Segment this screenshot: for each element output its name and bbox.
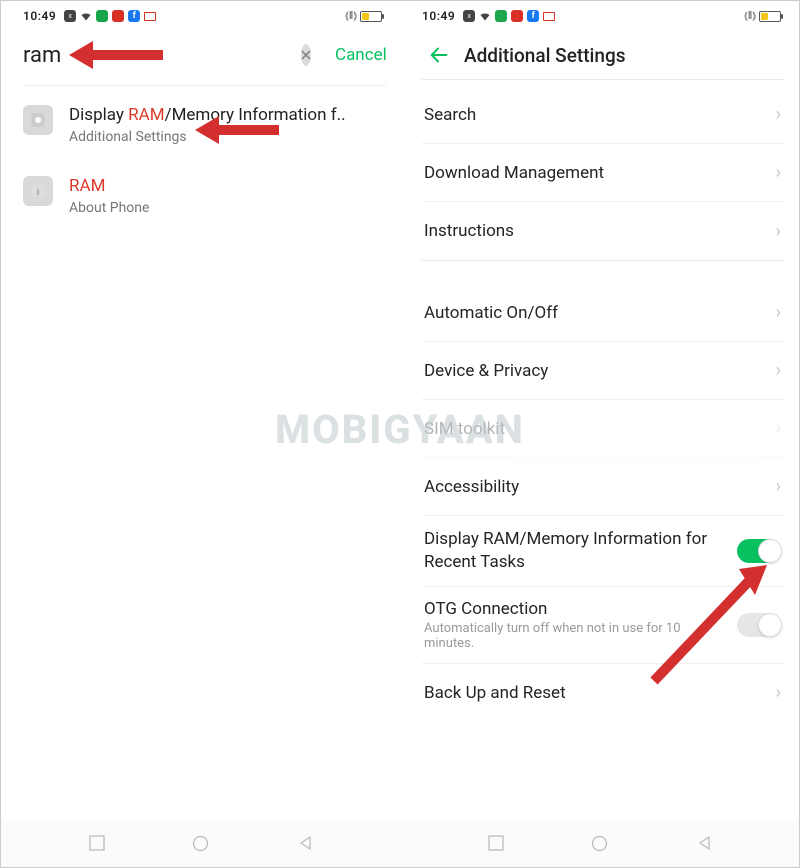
row-sim-toolkit[interactable]: SIM toolkit ›	[422, 400, 785, 458]
search-result[interactable]: Display RAM/Memory Information f.. Addit…	[23, 86, 386, 157]
divider	[422, 79, 785, 80]
facebook-icon: f	[527, 10, 539, 22]
chevron-right-icon: ›	[776, 476, 781, 497]
search-result[interactable]: i RAM About Phone	[23, 157, 386, 228]
row-label: Download Management	[424, 163, 776, 183]
app-icon	[495, 10, 507, 22]
search-input[interactable]	[23, 43, 301, 68]
row-otg-connection[interactable]: OTG Connection Automatically turn off wh…	[422, 587, 785, 664]
status-bar: 10:49 x f ⦅‖⦆	[23, 1, 386, 27]
chevron-right-icon: ›	[776, 418, 781, 439]
info-result-icon: i	[23, 176, 53, 206]
chevron-right-icon: ›	[776, 360, 781, 381]
chevron-right-icon: ›	[776, 302, 781, 323]
vibrate-icon: ⦅‖⦆	[744, 9, 756, 23]
row-label: SIM toolkit	[424, 419, 776, 439]
clock: 10:49	[422, 9, 455, 23]
display-ram-toggle[interactable]	[737, 539, 781, 563]
battery-icon	[360, 11, 382, 22]
recent-apps-button[interactable]	[487, 835, 504, 852]
recent-apps-button[interactable]	[88, 835, 105, 852]
home-button[interactable]	[192, 835, 209, 852]
row-label: Automatic On/Off	[424, 303, 776, 323]
battery-icon	[759, 11, 781, 22]
chevron-right-icon: ›	[776, 162, 781, 183]
wifi-icon	[80, 10, 92, 22]
home-button[interactable]	[591, 835, 608, 852]
clear-search-button[interactable]	[301, 44, 311, 66]
row-automatic-onoff[interactable]: Automatic On/Off ›	[422, 284, 785, 342]
row-display-ram[interactable]: Display RAM/Memory Information for Recen…	[422, 516, 785, 587]
result-subtitle: Additional Settings	[69, 129, 386, 145]
svg-text:i: i	[37, 187, 40, 197]
row-label: OTG Connection Automatically turn off wh…	[424, 599, 737, 651]
row-search[interactable]: Search ›	[422, 86, 785, 144]
page-title: Additional Settings	[464, 44, 626, 67]
facebook-icon: f	[128, 10, 140, 22]
row-label: Search	[424, 105, 776, 125]
back-nav-button[interactable]	[296, 835, 313, 852]
row-label: Device & Privacy	[424, 361, 776, 381]
row-label: Display RAM/Memory Information for Recen…	[424, 528, 737, 574]
row-backup-reset[interactable]: Back Up and Reset ›	[422, 664, 785, 722]
row-device-privacy[interactable]: Device & Privacy ›	[422, 342, 785, 400]
row-instructions[interactable]: Instructions ›	[422, 202, 785, 260]
chevron-right-icon: ›	[776, 104, 781, 125]
chevron-right-icon: ›	[776, 221, 781, 242]
android-navbar	[1, 819, 799, 867]
app-icon	[96, 10, 108, 22]
row-label: Accessibility	[424, 477, 776, 497]
back-button[interactable]	[422, 38, 456, 72]
cancel-button[interactable]: Cancel	[335, 45, 387, 65]
gmail-icon	[144, 10, 156, 22]
back-nav-button[interactable]	[695, 835, 712, 852]
wifi-icon	[479, 10, 491, 22]
row-subtitle: Automatically turn off when not in use f…	[424, 621, 727, 651]
youtube-icon	[511, 10, 523, 22]
notif-icon: x	[463, 10, 475, 22]
youtube-icon	[112, 10, 124, 22]
result-title: RAM	[69, 175, 386, 198]
status-bar: 10:49 x f ⦅‖⦆	[422, 1, 785, 27]
row-download-management[interactable]: Download Management ›	[422, 144, 785, 202]
settings-result-icon	[23, 105, 53, 135]
clock: 10:49	[23, 9, 56, 23]
notif-icon: x	[64, 10, 76, 22]
vibrate-icon: ⦅‖⦆	[345, 9, 357, 23]
row-label: Back Up and Reset	[424, 683, 776, 703]
result-title: Display RAM/Memory Information f..	[69, 104, 386, 127]
otg-toggle[interactable]	[737, 613, 781, 637]
row-accessibility[interactable]: Accessibility ›	[422, 458, 785, 516]
gmail-icon	[543, 10, 555, 22]
chevron-right-icon: ›	[776, 682, 781, 703]
row-label: Instructions	[424, 221, 776, 241]
result-subtitle: About Phone	[69, 200, 386, 216]
